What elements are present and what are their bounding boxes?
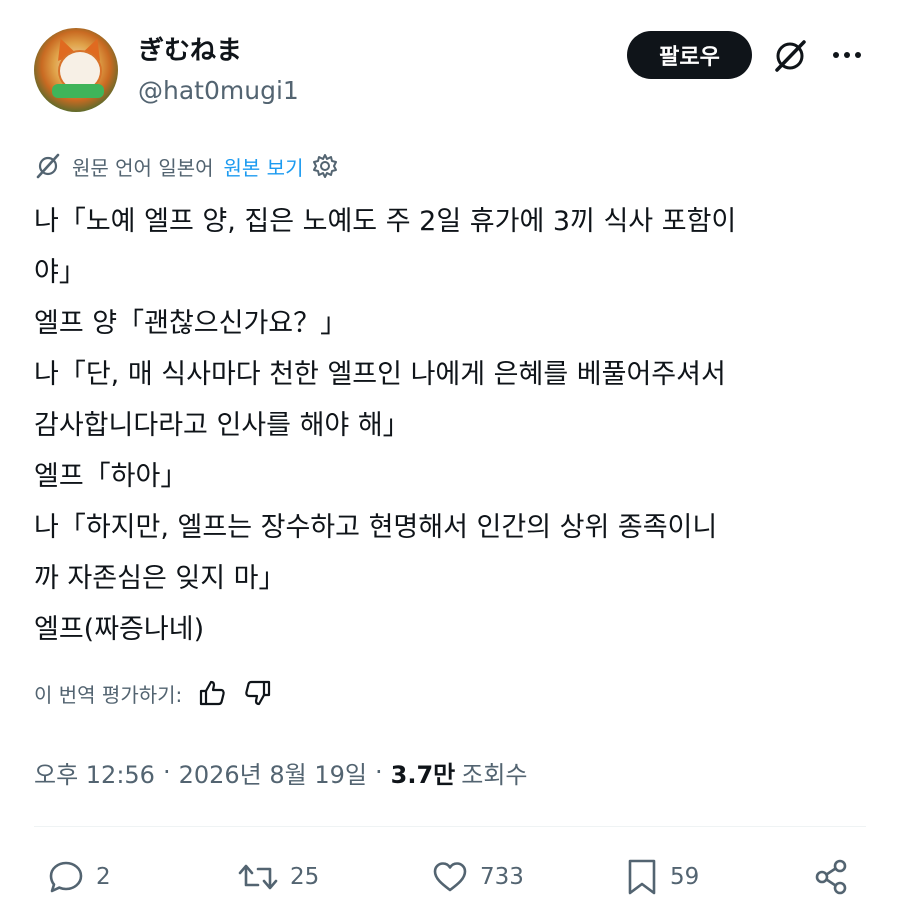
like-count: 733: [480, 864, 524, 890]
bookmark-button[interactable]: 59: [624, 856, 699, 898]
avatar[interactable]: [34, 28, 118, 112]
share-icon: [815, 859, 847, 895]
repost-icon: [238, 864, 278, 890]
post-line: 감사합니다라고 인사를 해야 해」: [34, 410, 410, 441]
repost-button[interactable]: 25: [236, 856, 319, 898]
post-line: 엘프 양「괜찮으신가요？」: [34, 308, 348, 339]
more-icon[interactable]: [829, 37, 865, 73]
like-icon: [433, 862, 467, 892]
post-meta: 오후 12:56 · 2026년 8월 19일 · 3.7만 조회수: [34, 752, 527, 792]
rate-translation-label: 이 번역 평가하기:: [34, 682, 183, 707]
meta-separator: ·: [162, 758, 171, 786]
post-line: 야」: [34, 257, 86, 288]
bookmark-icon: [628, 859, 656, 895]
post-text: 나「노예 엘프 양, 집은 노예도 주 2일 휴가에 3끼 식사 포함이 야」 …: [34, 196, 874, 655]
repost-count: 25: [290, 864, 320, 890]
follow-button[interactable]: 팔로우: [627, 31, 752, 79]
reply-icon: [49, 861, 83, 893]
user-handle[interactable]: @hat0mugi1: [138, 76, 299, 105]
thumbs-up-icon[interactable]: [196, 677, 228, 709]
post-date[interactable]: 2026년 8월 19일: [179, 755, 367, 790]
post-line: 나「하지만, 엘프는 장수하고 현명해서 인간의 상위 종족이니: [34, 512, 718, 543]
post-line: 나「노예 엘프 양, 집은 노예도 주 2일 휴가에 3끼 식사 포함이: [34, 206, 737, 237]
rate-translation: 이 번역 평가하기:: [34, 672, 274, 714]
like-button[interactable]: 733: [430, 856, 524, 898]
translate-icon: [36, 153, 60, 179]
meta-separator: ·: [374, 758, 383, 786]
share-button[interactable]: [812, 856, 862, 898]
view-original-link[interactable]: 원본 보기: [224, 152, 304, 181]
display-name[interactable]: ぎむねま: [138, 30, 242, 67]
post-line: 나「단, 매 식사마다 천한 엘프인 나에게 은혜를 베풀어주셔서: [34, 359, 726, 390]
post-line: 엘프「하아」: [34, 461, 188, 492]
divider: [34, 826, 866, 827]
grok-icon[interactable]: [771, 37, 809, 75]
thumbs-down-icon[interactable]: [242, 677, 274, 709]
post-line: 엘프(짜증나네): [34, 614, 205, 645]
gear-icon[interactable]: [311, 152, 339, 180]
post-line: 까 자존심은 잊지 마」: [34, 563, 286, 594]
reply-count: 2: [96, 864, 111, 890]
avatar-scarf: [52, 84, 104, 98]
translation-bar: 원문 언어 일본어 원본 보기: [34, 148, 349, 184]
post-time[interactable]: 오후 12:56: [34, 755, 155, 790]
bookmark-count: 59: [670, 864, 700, 890]
views-label: 조회수: [461, 760, 528, 789]
reply-button[interactable]: 2: [46, 856, 111, 898]
views-count[interactable]: 3.7만: [391, 755, 456, 790]
translation-source: 원문 언어 일본어: [72, 155, 214, 180]
